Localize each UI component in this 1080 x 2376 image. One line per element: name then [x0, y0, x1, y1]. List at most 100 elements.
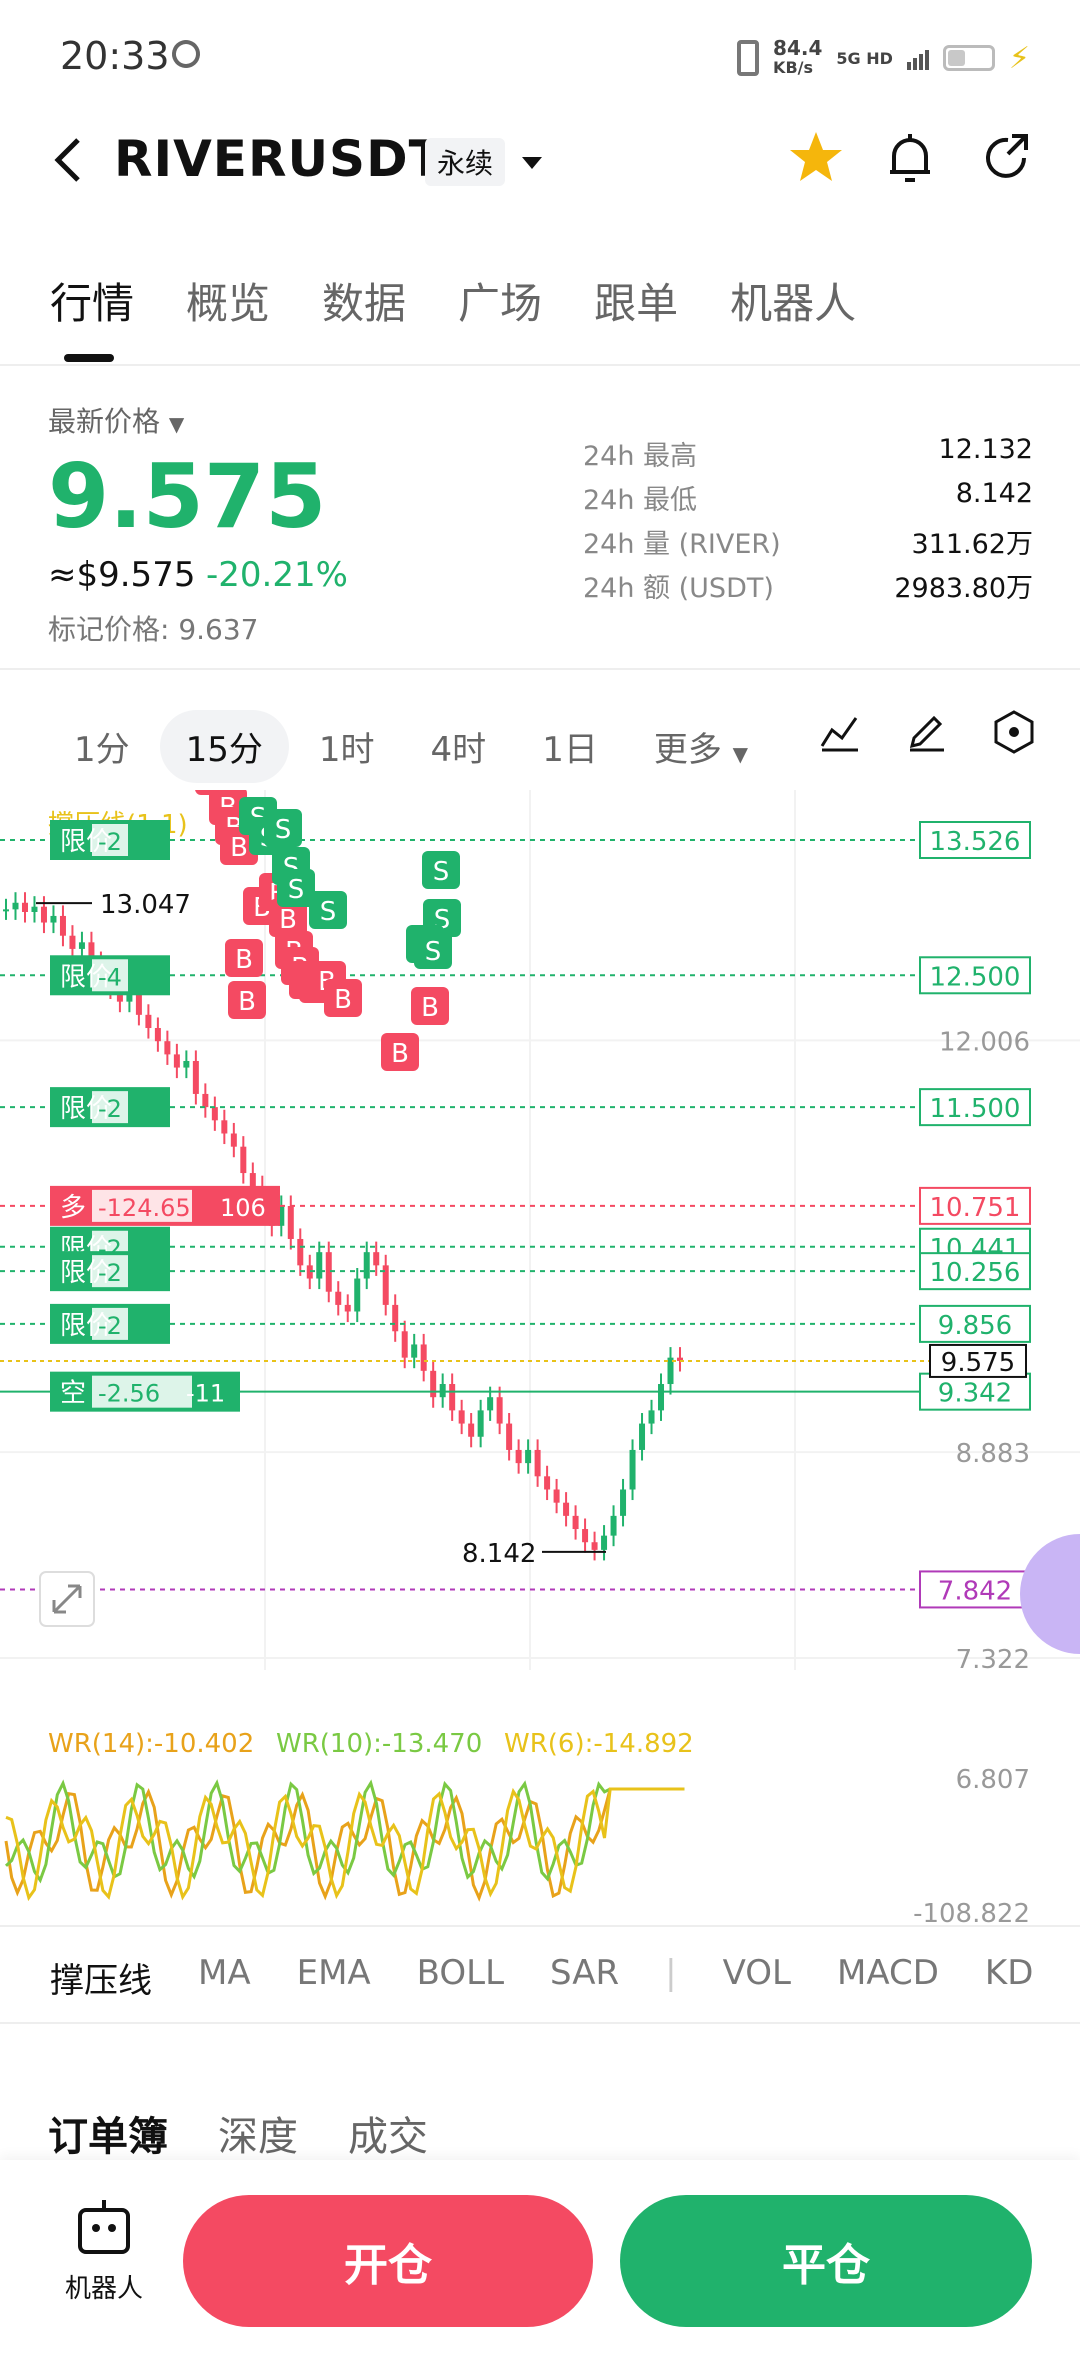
candle-body — [430, 1370, 437, 1398]
wr-legend-item: WR(14):-10.402 — [48, 1729, 254, 1759]
candle-body — [173, 1054, 180, 1068]
candle-body — [183, 1060, 190, 1068]
candlestick-chart[interactable]: 撑压线(1,1)13.0478.142限价-213.526限价-412.500限… — [0, 790, 1080, 1670]
chevron-down-icon[interactable] — [522, 148, 542, 178]
tab-robot[interactable]: 机器人 — [730, 270, 856, 331]
tab-market[interactable]: 行情 — [50, 270, 134, 331]
stat-row: 24h 最低 8.142 — [583, 478, 1033, 516]
share-icon[interactable] — [978, 128, 1038, 188]
back-icon[interactable] — [48, 132, 88, 198]
price-tag: 9.856 — [938, 1311, 1012, 1341]
tf-15m[interactable]: 15分 — [159, 710, 289, 783]
main-tabs: 行情 概览 数据 广场 跟单 机器人 — [50, 270, 908, 331]
status-indicators: 84.4 KB/s 5G HD ⚡ — [737, 38, 1030, 78]
order-tag-qty: -2 — [98, 1095, 122, 1123]
price-tag: 9.342 — [938, 1379, 1012, 1409]
tf-1m[interactable]: 1分 — [48, 710, 156, 783]
draw-tool-icon[interactable] — [904, 710, 948, 758]
signal-icon — [906, 46, 929, 70]
order-tag-qty: -2 — [98, 1259, 122, 1287]
tab-trades[interactable]: 成交 — [348, 2104, 428, 2162]
order-tag-size: 106 — [220, 1194, 266, 1222]
robot-button[interactable]: 机器人 — [44, 2200, 164, 2305]
candle-body — [211, 1107, 218, 1121]
candle-body — [639, 1423, 646, 1450]
price-tag: 12.500 — [930, 962, 1021, 992]
buy-marker-label: B — [391, 1039, 409, 1069]
buy-marker-label: B — [230, 833, 248, 863]
candle-body — [164, 1041, 171, 1055]
open-position-button[interactable]: 开仓 — [183, 2195, 593, 2327]
candle-body — [363, 1252, 370, 1279]
chart-settings-icon[interactable] — [990, 708, 1038, 760]
candle-body — [477, 1410, 484, 1437]
ind-vol[interactable]: VOL — [723, 1953, 791, 2002]
candle-body — [31, 906, 38, 912]
candle-body — [78, 942, 85, 949]
sell-marker-label: S — [275, 815, 292, 845]
status-time: 20:33 — [60, 34, 170, 78]
candle-body — [401, 1331, 408, 1358]
floating-bubble — [1020, 1534, 1080, 1654]
tab-overview[interactable]: 概览 — [186, 270, 270, 331]
candle-body — [439, 1384, 446, 1398]
symbol-title[interactable]: RIVERUSDT — [114, 130, 444, 188]
ind-ema[interactable]: EMA — [297, 1953, 371, 2002]
sell-marker-label: S — [433, 857, 450, 887]
ind-separator: | — [665, 1953, 677, 1993]
tf-1d[interactable]: 1日 — [516, 710, 624, 783]
ind-support-resistance[interactable]: 撑压线 — [50, 1953, 152, 2002]
ind-ma[interactable]: MA — [198, 1953, 251, 2002]
candle-body — [610, 1515, 617, 1536]
candle-body — [21, 902, 28, 912]
net-unit: KB/s — [773, 58, 814, 77]
tab-copy-trade[interactable]: 跟单 — [594, 270, 678, 331]
buy-marker-label: B — [238, 987, 256, 1017]
tab-square[interactable]: 广场 — [458, 270, 542, 331]
buy-marker-label: B — [235, 945, 253, 975]
tf-1h[interactable]: 1时 — [293, 710, 401, 783]
wr-line — [4, 1787, 685, 1902]
candle-body — [449, 1384, 456, 1411]
ind-macd[interactable]: MACD — [837, 1953, 939, 2002]
caret-down-icon: ▼ — [732, 742, 749, 766]
order-tag-qty: -2 — [98, 828, 122, 856]
candle-body — [411, 1344, 418, 1358]
network-type: 5G HD — [836, 48, 893, 68]
candle-body — [249, 1173, 256, 1187]
stat-row: 24h 最高 12.132 — [583, 434, 1033, 472]
tab-data[interactable]: 数据 — [322, 270, 406, 331]
tf-more[interactable]: 更多 ▼ — [628, 710, 774, 783]
tab-orderbook[interactable]: 订单簿 — [48, 2104, 168, 2162]
divider — [0, 364, 1080, 366]
price-tag: 13.526 — [930, 827, 1021, 857]
candle-body — [601, 1535, 608, 1550]
close-position-button[interactable]: 平仓 — [620, 2195, 1032, 2327]
bell-icon[interactable] — [880, 128, 940, 188]
ind-kd[interactable]: KD — [985, 1953, 1033, 2002]
wr-axis-label: -108.822 — [913, 1899, 1030, 1928]
candle-body — [145, 1014, 152, 1029]
candle-body — [582, 1529, 589, 1543]
sell-marker-label: S — [320, 897, 337, 927]
battery-icon — [942, 45, 995, 71]
ind-sar[interactable]: SAR — [550, 1953, 619, 2002]
latest-price-label[interactable]: 最新价格 ▼ — [48, 400, 184, 440]
stat-row: 24h 额 (USDT) 2983.80万 — [583, 573, 1033, 604]
indicator-settings-icon[interactable] — [818, 710, 862, 758]
candle-body — [297, 1238, 304, 1266]
low-marker-label: 8.142 — [462, 1539, 536, 1569]
star-icon[interactable] — [786, 128, 846, 188]
candle-body — [515, 1449, 522, 1464]
tab-indicator — [64, 354, 114, 362]
tab-depth[interactable]: 深度 — [218, 2104, 298, 2162]
candle-body — [3, 909, 9, 912]
candle-body — [12, 902, 19, 910]
candle-body — [192, 1060, 199, 1094]
candle-body — [544, 1476, 551, 1490]
tf-4h[interactable]: 4时 — [405, 710, 513, 783]
robot-icon — [78, 2200, 130, 2254]
contract-type-badge[interactable]: 永续 — [425, 138, 506, 186]
high-marker-label: 13.047 — [100, 890, 191, 920]
ind-boll[interactable]: BOLL — [417, 1953, 504, 2002]
